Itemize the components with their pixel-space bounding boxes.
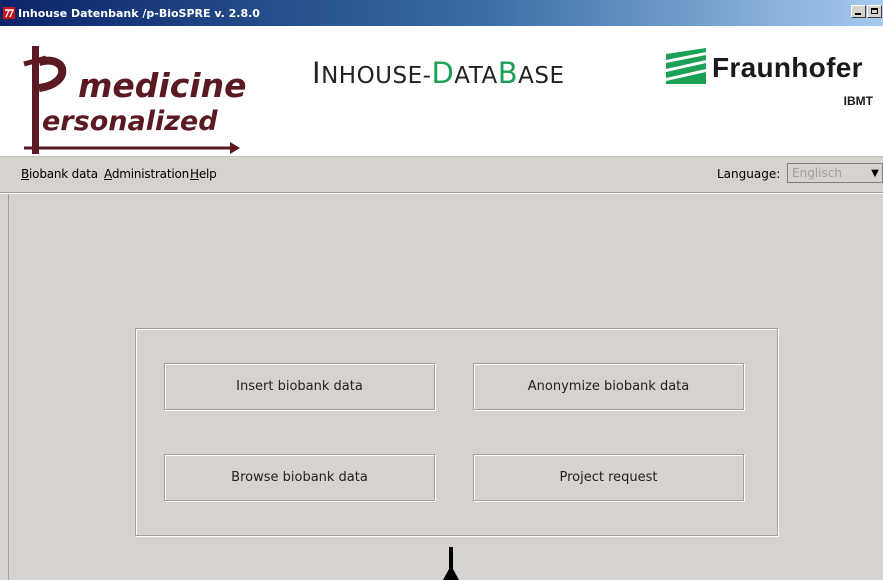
title-bar[interactable]: Inhouse Datenbank /p-BioSPRE v. 2.8.0 bbox=[0, 0, 883, 26]
fraunhofer-stripes-icon bbox=[666, 48, 706, 84]
window-title: Inhouse Datenbank /p-BioSPRE v. 2.8.0 bbox=[18, 6, 260, 20]
insert-biobank-data-button[interactable]: Insert biobank data bbox=[164, 363, 435, 410]
language-value: Englisch bbox=[792, 166, 842, 180]
mouse-cursor-icon bbox=[443, 547, 459, 580]
menu-biobank-data[interactable]: Biobank data bbox=[21, 167, 98, 181]
language-select[interactable]: Englisch ▼ bbox=[787, 163, 883, 183]
action-panel: Insert biobank data Anonymize biobank da… bbox=[135, 328, 778, 536]
fraunhofer-institute: IBMT bbox=[843, 94, 873, 108]
logo-word-personalized: ersonalized bbox=[42, 106, 218, 137]
left-edge bbox=[8, 194, 9, 580]
fraunhofer-name: Fraunhofer bbox=[712, 52, 863, 83]
language-label: Language: bbox=[717, 167, 781, 181]
maximize-icon bbox=[871, 8, 878, 14]
minimize-icon bbox=[855, 13, 861, 15]
personalized-medicine-logo: medicine ersonalized bbox=[20, 44, 250, 156]
menu-administration[interactable]: Administration bbox=[104, 167, 189, 181]
fraunhofer-logo: Fraunhofer IBMT bbox=[664, 46, 879, 116]
menu-bar: Biobank data Administration Help Languag… bbox=[0, 157, 883, 191]
divider-highlight bbox=[0, 193, 883, 194]
dropdown-arrow-icon[interactable]: ▼ bbox=[868, 164, 882, 182]
logo-word-medicine: medicine bbox=[78, 66, 247, 105]
header-banner: medicine ersonalized INHOUSE-DATABASE Fr… bbox=[0, 26, 883, 157]
database-title: INHOUSE-DATABASE bbox=[312, 56, 565, 90]
project-request-button[interactable]: Project request bbox=[473, 454, 744, 501]
anonymize-biobank-data-button[interactable]: Anonymize biobank data bbox=[473, 363, 744, 410]
biospre-app-icon bbox=[3, 7, 15, 19]
minimize-button[interactable] bbox=[851, 5, 866, 18]
browse-biobank-data-button[interactable]: Browse biobank data bbox=[164, 454, 435, 501]
maximize-button[interactable] bbox=[867, 5, 882, 18]
menu-help[interactable]: Help bbox=[190, 167, 217, 181]
